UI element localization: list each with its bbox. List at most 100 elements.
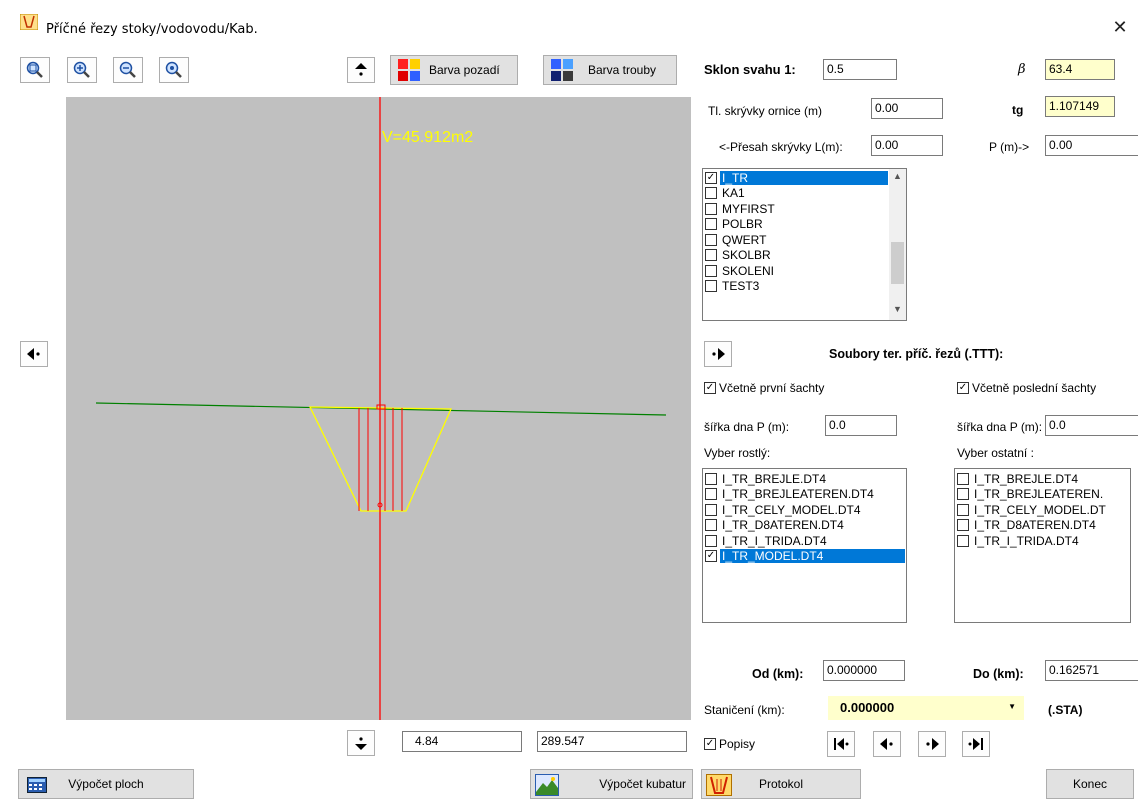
list-item[interactable]: I_TR_I_TRIDA.DT4	[703, 533, 906, 549]
do-label: Do (km):	[973, 667, 1024, 681]
volume-label: V=45.912m2	[382, 129, 473, 146]
list-item[interactable]: QWERT	[703, 232, 906, 248]
list-item[interactable]: ✓ I_TR	[703, 170, 906, 186]
include-first-label: Včetně první šachty	[719, 381, 825, 395]
width-left-input[interactable]: 0.0	[825, 415, 897, 436]
first-station-button[interactable]	[827, 731, 855, 757]
list-item[interactable]: I_TR_I_TRIDA.DT4	[955, 533, 1130, 549]
cross-section-canvas[interactable]: V=45.912m2	[66, 97, 691, 720]
color-palette-icon	[551, 59, 573, 81]
list-item[interactable]: POLBR	[703, 217, 906, 233]
move-up-button[interactable]	[347, 57, 375, 83]
list-item[interactable]: I_TR_D8ATEREN.DT4	[955, 518, 1130, 534]
checkbox-icon[interactable]	[957, 503, 969, 516]
scroll-down-icon[interactable]: ▼	[889, 304, 906, 318]
checkbox-icon[interactable]	[705, 264, 717, 277]
list-item[interactable]: KA1	[703, 186, 906, 202]
popisy-checkbox[interactable]: ✓ Popisy	[704, 737, 755, 751]
list-item[interactable]: MYFIRST	[703, 201, 906, 217]
scroll-up-icon[interactable]: ▲	[889, 171, 906, 185]
ostatni-list[interactable]: I_TR_BREJLE.DT4 I_TR_BREJLEATEREN. I_TR_CE…	[954, 468, 1131, 623]
zoom-out-button[interactable]	[113, 57, 143, 83]
konec-button[interactable]: Konec	[1046, 769, 1134, 799]
checkbox-icon[interactable]	[957, 519, 969, 532]
checkbox-icon[interactable]	[705, 488, 717, 501]
last-station-button[interactable]	[962, 731, 990, 757]
move-down-button[interactable]	[347, 730, 375, 756]
checkbox-icon[interactable]	[957, 534, 969, 547]
list-item[interactable]: SKOLENI	[703, 263, 906, 279]
skryvka-label: Tl. skrývky ornice (m)	[708, 104, 822, 118]
barva-pozadi-button[interactable]: Barva pozadí	[390, 55, 518, 85]
p-label: P (m)->	[989, 140, 1030, 154]
list-item-label: I_TR_I_TRIDA.DT4	[974, 533, 1079, 548]
skryvka-input[interactable]: 0.00	[871, 98, 943, 119]
barva-trouby-button[interactable]: Barva trouby	[543, 55, 677, 85]
do-input[interactable]: 0.162571	[1045, 660, 1138, 681]
move-left-button[interactable]	[20, 341, 48, 367]
prev-station-button[interactable]	[873, 731, 901, 757]
rostly-list[interactable]: I_TR_BREJLE.DT4 I_TR_BREJLEATEREN.DT4 I_TR…	[702, 468, 907, 623]
list-item[interactable]: I_TR_BREJLE.DT4	[955, 471, 1130, 487]
staniceni-select[interactable]: 0.000000 ▼	[828, 696, 1024, 720]
layer-list-scrollbar[interactable]: ▲ ▼	[889, 169, 906, 320]
move-right-button[interactable]	[704, 341, 732, 367]
checkbox-icon[interactable]	[705, 472, 717, 485]
chevron-down-icon[interactable]: ▼	[1008, 702, 1016, 711]
vypocet-ploch-button[interactable]: Výpočet ploch	[18, 769, 194, 799]
list-item[interactable]: I_TR_BREJLEATEREN.	[955, 487, 1130, 503]
checkbox-icon[interactable]	[705, 280, 717, 293]
zoom-out-icon	[119, 61, 136, 78]
list-item-label: I_TR_BREJLE.DT4	[974, 471, 1079, 486]
checkbox-icon[interactable]	[957, 472, 969, 485]
list-item[interactable]: SKOLBR	[703, 248, 906, 264]
close-icon[interactable]: ✕	[1110, 18, 1130, 38]
list-item[interactable]: I_TR_BREJLE.DT4	[703, 471, 906, 487]
list-item[interactable]: I_TR_CELY_MODEL.DT	[955, 502, 1130, 518]
checkbox-icon[interactable]: ✓	[705, 550, 717, 563]
protokol-button[interactable]: Protokol	[701, 769, 861, 799]
checkbox-icon[interactable]	[705, 503, 717, 516]
checkbox-icon: ✓	[704, 738, 716, 750]
calculator-icon	[27, 777, 47, 793]
include-last-checkbox[interactable]: ✓ Včetně poslední šachty	[957, 381, 1096, 395]
sklon-input[interactable]: 0.5	[823, 59, 897, 80]
checkbox-icon[interactable]	[957, 488, 969, 501]
list-item[interactable]: I_TR_BREJLEATEREN.DT4	[703, 487, 906, 503]
checkbox-icon[interactable]	[705, 519, 717, 532]
list-item[interactable]: I_TR_CELY_MODEL.DT4	[703, 502, 906, 518]
zoom-extents-button[interactable]	[20, 57, 50, 83]
presah-input[interactable]: 0.00	[871, 135, 943, 156]
next-station-button[interactable]	[918, 731, 946, 757]
checkbox-icon[interactable]	[705, 218, 717, 231]
checkbox-icon[interactable]	[705, 249, 717, 262]
coord-y-field[interactable]: 289.547	[537, 731, 687, 752]
first-icon	[834, 738, 849, 750]
list-item[interactable]: I_TR_D8ATEREN.DT4	[703, 518, 906, 534]
od-input[interactable]: 0.000000	[823, 660, 905, 681]
staniceni-label: Staničení (km):	[704, 703, 785, 717]
barva-trouby-label: Barva trouby	[588, 63, 657, 77]
list-item[interactable]: TEST3	[703, 279, 906, 295]
p-input[interactable]: 0.00	[1045, 135, 1138, 156]
checkbox-icon[interactable]	[705, 233, 717, 246]
checkbox-icon[interactable]	[705, 187, 717, 200]
coord-x-field[interactable]: 4.84	[402, 731, 522, 752]
zoom-window-button[interactable]	[159, 57, 189, 83]
include-first-checkbox[interactable]: ✓ Včetně první šachty	[704, 381, 824, 395]
vypocet-kubatur-button[interactable]: Výpočet kubatur	[530, 769, 693, 799]
cross-section-drawing: V=45.912m2	[95, 97, 667, 720]
checkbox-icon[interactable]: ✓	[705, 171, 717, 184]
layer-list[interactable]: ✓ I_TR KA1 MYFIRST POLBR QWERT SKOLBR SKOLENI TE…	[702, 168, 907, 321]
checkbox-icon[interactable]	[705, 202, 717, 215]
list-item-label: KA1	[722, 186, 745, 201]
prev-icon	[880, 738, 893, 750]
list-item[interactable]: ✓ I_TR_MODEL.DT4	[703, 549, 906, 565]
zoom-window-icon	[165, 61, 182, 78]
zoom-in-button[interactable]	[67, 57, 97, 83]
list-item-label: I_TR_I_TRIDA.DT4	[722, 533, 827, 548]
width-right-input[interactable]: 0.0	[1045, 415, 1138, 436]
scroll-thumb[interactable]	[891, 242, 904, 284]
protokol-label: Protokol	[758, 777, 804, 791]
checkbox-icon[interactable]	[705, 534, 717, 547]
